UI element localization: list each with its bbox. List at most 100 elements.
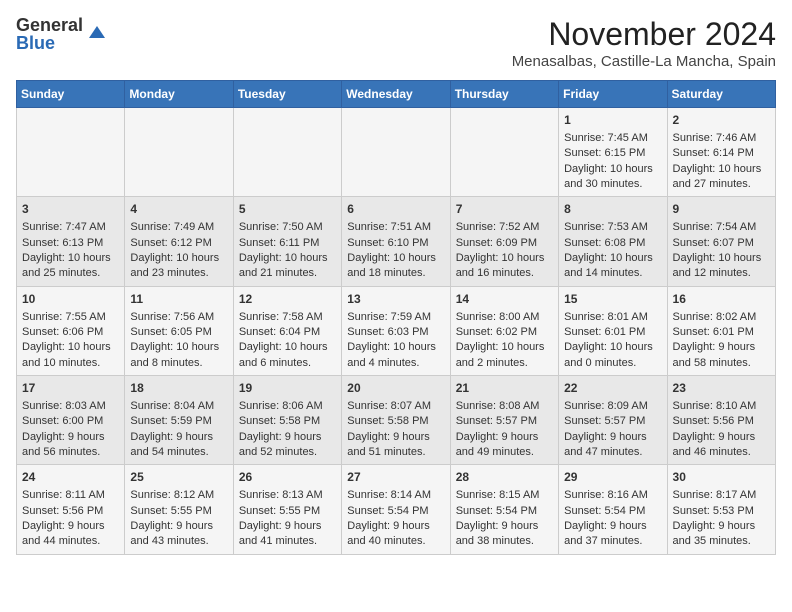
day-cell: 21Sunrise: 8:08 AMSunset: 5:57 PMDayligh… — [450, 376, 558, 465]
day-info-line: Daylight: 9 hours and 40 minutes. — [347, 519, 444, 550]
day-cell: 10Sunrise: 7:55 AMSunset: 6:06 PMDayligh… — [17, 286, 125, 375]
header-cell-saturday: Saturday — [667, 81, 775, 108]
day-info-line: Sunrise: 8:14 AM — [347, 488, 444, 503]
day-cell: 6Sunrise: 7:51 AMSunset: 6:10 PMDaylight… — [342, 197, 450, 286]
week-row: 10Sunrise: 7:55 AMSunset: 6:06 PMDayligh… — [17, 286, 776, 375]
day-number: 17 — [22, 380, 119, 397]
day-cell: 25Sunrise: 8:12 AMSunset: 5:55 PMDayligh… — [125, 465, 233, 554]
day-cell: 11Sunrise: 7:56 AMSunset: 6:05 PMDayligh… — [125, 286, 233, 375]
day-cell: 18Sunrise: 8:04 AMSunset: 5:59 PMDayligh… — [125, 376, 233, 465]
day-number: 30 — [673, 469, 770, 486]
day-info-line: Sunrise: 8:16 AM — [564, 488, 661, 503]
day-info-line: Sunrise: 7:59 AM — [347, 310, 444, 325]
day-info-line: Daylight: 10 hours and 4 minutes. — [347, 340, 444, 371]
day-info-line: Sunrise: 7:47 AM — [22, 220, 119, 235]
day-cell — [342, 108, 450, 197]
week-row: 17Sunrise: 8:03 AMSunset: 6:00 PMDayligh… — [17, 376, 776, 465]
day-info-line: Sunrise: 8:07 AM — [347, 399, 444, 414]
day-info-line: Sunrise: 7:52 AM — [456, 220, 553, 235]
day-info-line: Sunset: 5:57 PM — [456, 414, 553, 429]
day-cell: 2Sunrise: 7:46 AMSunset: 6:14 PMDaylight… — [667, 108, 775, 197]
day-info-line: Daylight: 10 hours and 8 minutes. — [130, 340, 227, 371]
day-info-line: Sunrise: 8:13 AM — [239, 488, 336, 503]
logo: General Blue — [16, 16, 107, 52]
day-number: 26 — [239, 469, 336, 486]
day-info-line: Daylight: 9 hours and 47 minutes. — [564, 430, 661, 461]
day-cell: 20Sunrise: 8:07 AMSunset: 5:58 PMDayligh… — [342, 376, 450, 465]
title-block: November 2024 Menasalbas, Castille-La Ma… — [512, 16, 776, 70]
day-info-line: Sunrise: 7:45 AM — [564, 131, 661, 146]
day-info-line: Daylight: 9 hours and 35 minutes. — [673, 519, 770, 550]
page-title: November 2024 — [512, 16, 776, 53]
day-info-line: Sunset: 5:55 PM — [130, 504, 227, 519]
day-number: 21 — [456, 380, 553, 397]
day-info-line: Daylight: 10 hours and 10 minutes. — [22, 340, 119, 371]
day-cell: 28Sunrise: 8:15 AMSunset: 5:54 PMDayligh… — [450, 465, 558, 554]
day-number: 25 — [130, 469, 227, 486]
day-cell: 19Sunrise: 8:06 AMSunset: 5:58 PMDayligh… — [233, 376, 341, 465]
day-number: 14 — [456, 291, 553, 308]
day-info-line: Sunset: 6:07 PM — [673, 236, 770, 251]
calendar-header: SundayMondayTuesdayWednesdayThursdayFrid… — [17, 81, 776, 108]
day-number: 11 — [130, 291, 227, 308]
day-info-line: Daylight: 9 hours and 51 minutes. — [347, 430, 444, 461]
logo-icon — [87, 22, 107, 42]
day-number: 13 — [347, 291, 444, 308]
day-info-line: Sunset: 5:59 PM — [130, 414, 227, 429]
day-number: 6 — [347, 201, 444, 218]
day-number: 8 — [564, 201, 661, 218]
day-info-line: Sunset: 6:05 PM — [130, 325, 227, 340]
header-row: SundayMondayTuesdayWednesdayThursdayFrid… — [17, 81, 776, 108]
day-info-line: Sunset: 5:58 PM — [239, 414, 336, 429]
calendar-body: 1Sunrise: 7:45 AMSunset: 6:15 PMDaylight… — [17, 108, 776, 555]
day-cell: 15Sunrise: 8:01 AMSunset: 6:01 PMDayligh… — [559, 286, 667, 375]
day-number: 22 — [564, 380, 661, 397]
day-info-line: Sunrise: 7:51 AM — [347, 220, 444, 235]
day-number: 12 — [239, 291, 336, 308]
day-cell: 1Sunrise: 7:45 AMSunset: 6:15 PMDaylight… — [559, 108, 667, 197]
day-info-line: Sunrise: 7:54 AM — [673, 220, 770, 235]
day-info-line: Daylight: 10 hours and 16 minutes. — [456, 251, 553, 282]
day-number: 4 — [130, 201, 227, 218]
day-info-line: Daylight: 9 hours and 58 minutes. — [673, 340, 770, 371]
day-info-line: Daylight: 9 hours and 52 minutes. — [239, 430, 336, 461]
day-number: 27 — [347, 469, 444, 486]
day-cell: 27Sunrise: 8:14 AMSunset: 5:54 PMDayligh… — [342, 465, 450, 554]
day-info-line: Daylight: 9 hours and 41 minutes. — [239, 519, 336, 550]
header-cell-friday: Friday — [559, 81, 667, 108]
day-number: 5 — [239, 201, 336, 218]
day-number: 7 — [456, 201, 553, 218]
day-info-line: Daylight: 9 hours and 54 minutes. — [130, 430, 227, 461]
week-row: 1Sunrise: 7:45 AMSunset: 6:15 PMDaylight… — [17, 108, 776, 197]
day-info-line: Sunrise: 8:15 AM — [456, 488, 553, 503]
day-number: 20 — [347, 380, 444, 397]
logo-line2: Blue — [16, 34, 83, 52]
day-info-line: Sunset: 5:54 PM — [564, 504, 661, 519]
header-cell-tuesday: Tuesday — [233, 81, 341, 108]
day-cell: 30Sunrise: 8:17 AMSunset: 5:53 PMDayligh… — [667, 465, 775, 554]
day-cell: 22Sunrise: 8:09 AMSunset: 5:57 PMDayligh… — [559, 376, 667, 465]
day-info-line: Sunrise: 8:10 AM — [673, 399, 770, 414]
day-info-line: Sunrise: 8:12 AM — [130, 488, 227, 503]
day-info-line: Sunrise: 8:11 AM — [22, 488, 119, 503]
header-cell-wednesday: Wednesday — [342, 81, 450, 108]
day-info-line: Sunrise: 8:00 AM — [456, 310, 553, 325]
day-cell: 8Sunrise: 7:53 AMSunset: 6:08 PMDaylight… — [559, 197, 667, 286]
day-cell: 17Sunrise: 8:03 AMSunset: 6:00 PMDayligh… — [17, 376, 125, 465]
day-number: 16 — [673, 291, 770, 308]
day-info-line: Daylight: 10 hours and 30 minutes. — [564, 162, 661, 193]
day-info-line: Daylight: 10 hours and 21 minutes. — [239, 251, 336, 282]
day-info-line: Sunset: 5:55 PM — [239, 504, 336, 519]
day-number: 19 — [239, 380, 336, 397]
day-info-line: Daylight: 10 hours and 27 minutes. — [673, 162, 770, 193]
day-info-line: Sunset: 6:06 PM — [22, 325, 119, 340]
day-number: 3 — [22, 201, 119, 218]
day-number: 1 — [564, 112, 661, 129]
day-info-line: Sunset: 6:04 PM — [239, 325, 336, 340]
day-info-line: Sunset: 6:10 PM — [347, 236, 444, 251]
day-number: 28 — [456, 469, 553, 486]
day-info-line: Sunrise: 8:09 AM — [564, 399, 661, 414]
day-info-line: Sunset: 6:14 PM — [673, 146, 770, 161]
day-info-line: Sunset: 6:09 PM — [456, 236, 553, 251]
calendar-table: SundayMondayTuesdayWednesdayThursdayFrid… — [16, 80, 776, 555]
